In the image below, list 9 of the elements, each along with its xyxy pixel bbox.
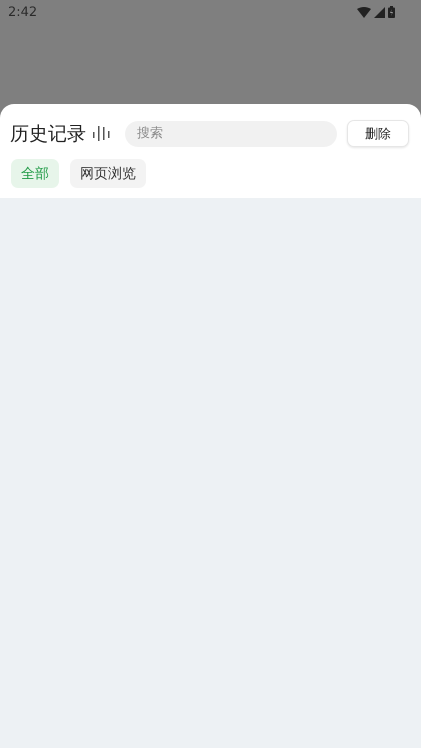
battery-icon [388, 6, 395, 18]
status-time: 2:42 [8, 4, 38, 20]
bars-icon [93, 126, 110, 141]
signal-icon [374, 6, 385, 18]
filter-tab[interactable]: 网页浏览 [70, 159, 146, 188]
delete-button[interactable]: 删除 [347, 120, 409, 147]
wifi-icon [357, 6, 371, 18]
page-title: 历史记录 [10, 122, 86, 146]
search-field[interactable]: 搜索 [125, 120, 337, 146]
